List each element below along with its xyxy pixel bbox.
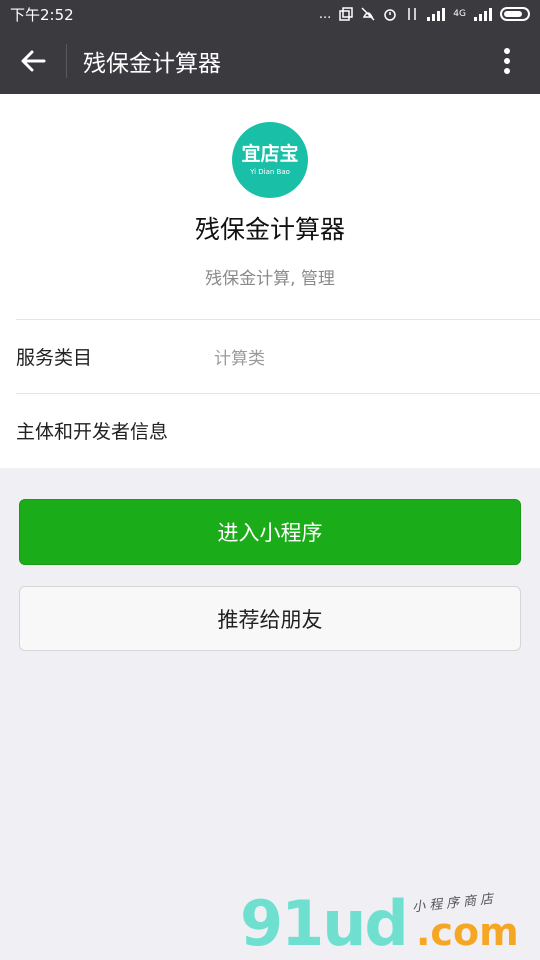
row-value: 计算类 <box>214 349 265 369</box>
service-category-row: 服务类目 计算类 <box>16 319 540 393</box>
vibrate-off-icon <box>361 7 375 21</box>
row-label: 主体和开发者信息 <box>16 421 169 443</box>
share-to-friend-button[interactable]: 推荐给朋友 <box>19 586 521 651</box>
app-info-card: 宜店宝 Yi Dian Bao 残保金计算器 残保金计算, 管理 服务类目 计算… <box>0 94 540 468</box>
logo-subtext: Yi Dian Bao <box>250 168 290 176</box>
battery-icon <box>500 7 530 21</box>
row-label: 服务类目 <box>16 347 93 369</box>
status-time: 下午2:52 <box>10 5 74 24</box>
more-dots: ... <box>318 6 332 22</box>
enter-mini-program-button[interactable]: 进入小程序 <box>19 499 521 565</box>
watermark: 91ud 小程序商店 .com <box>240 890 530 958</box>
data-arrows-icon <box>405 7 419 21</box>
copy-icon <box>339 7 354 21</box>
title-bar: 残保金计算器 <box>0 28 540 94</box>
arrow-left-icon <box>21 50 46 72</box>
watermark-tld: .com <box>416 910 519 954</box>
watermark-brand: 91ud <box>240 887 409 960</box>
developer-info-row[interactable]: 主体和开发者信息 <box>16 393 540 467</box>
app-name: 残保金计算器 <box>194 215 345 244</box>
page-title: 残保金计算器 <box>83 51 221 77</box>
app-logo: 宜店宝 Yi Dian Bao <box>232 122 308 198</box>
app-description: 残保金计算, 管理 <box>205 269 335 289</box>
logo-text: 宜店宝 <box>241 143 299 165</box>
status-icons: ... 4G <box>319 7 530 22</box>
status-bar: 下午2:52 ... 4G <box>0 0 540 28</box>
alarm-icon <box>383 7 397 21</box>
more-button[interactable] <box>474 28 540 94</box>
wifi-signal-icon <box>474 7 492 21</box>
more-vertical-icon <box>504 48 510 74</box>
back-button[interactable] <box>0 28 66 94</box>
signal-icon <box>427 7 446 21</box>
network-label: 4G <box>453 9 466 19</box>
